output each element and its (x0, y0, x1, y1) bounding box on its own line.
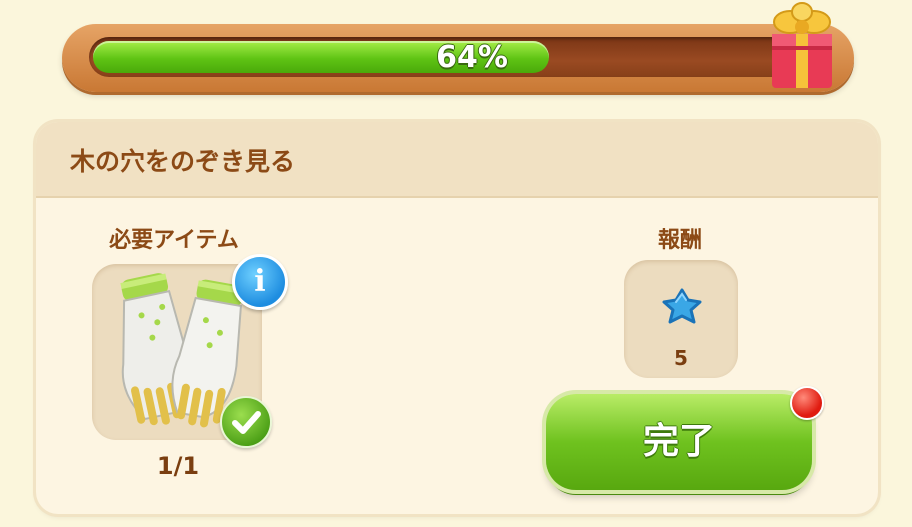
checkmark-icon (220, 396, 272, 448)
notification-dot (790, 386, 824, 420)
gift-box-icon[interactable] (762, 0, 840, 92)
required-item-count: 1/1 (156, 452, 200, 480)
progress-percent: 64% (436, 40, 508, 75)
info-icon[interactable]: i (232, 254, 288, 310)
reward-label: 報酬 (657, 228, 702, 253)
quest-header: 木の穴をのぞき見る (36, 122, 878, 198)
quest-title: 木の穴をのぞき見る (70, 147, 296, 176)
complete-button-label: 完了 (642, 421, 715, 462)
progress-bar: 64% (62, 24, 854, 92)
reward-count: 5 (674, 346, 688, 370)
required-items-label: 必要アイテム (109, 228, 239, 253)
reward-slot[interactable]: 5 (624, 260, 738, 378)
complete-button[interactable]: 完了 (546, 394, 812, 490)
blue-star-icon (662, 288, 702, 324)
